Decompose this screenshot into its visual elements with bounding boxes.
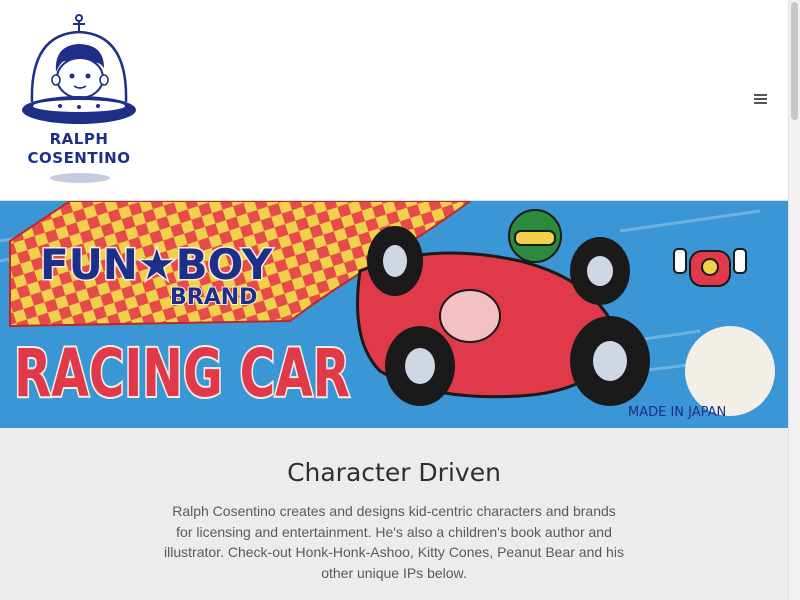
logo-line-1: RALPH: [49, 130, 109, 148]
scrollbar-thumb[interactable]: [791, 2, 798, 120]
banner-title: RACING CAR: [14, 335, 350, 412]
banner-brand-text: FUN★BOY: [40, 240, 273, 289]
section-paragraph: Ralph Cosentino creates and designs kid-…: [164, 503, 624, 581]
main-content: Character Driven Ralph Cosentino creates…: [0, 428, 788, 600]
site-logo[interactable]: RALPH COSENTINO: [18, 10, 140, 190]
page-scrollbar[interactable]: [788, 0, 800, 600]
logo-line-2: COSENTINO: [27, 149, 131, 167]
banner-brand-sub: BRAND: [170, 285, 257, 310]
banner-made-in: MADE IN JAPAN: [628, 405, 726, 420]
site-header: RALPH COSENTINO: [0, 0, 788, 201]
hero-banner-racing-car: FUN★BOY BRAND RACING CAR MADE IN JAPAN: [0, 201, 788, 428]
logo-text: RALPH COSENTINO: [18, 130, 140, 168]
section-heading: Character Driven: [287, 458, 501, 487]
hamburger-menu-icon[interactable]: [752, 92, 770, 108]
racing-car-illustration: FUN★BOY BRAND RACING CAR MADE IN JAPAN: [0, 201, 788, 428]
